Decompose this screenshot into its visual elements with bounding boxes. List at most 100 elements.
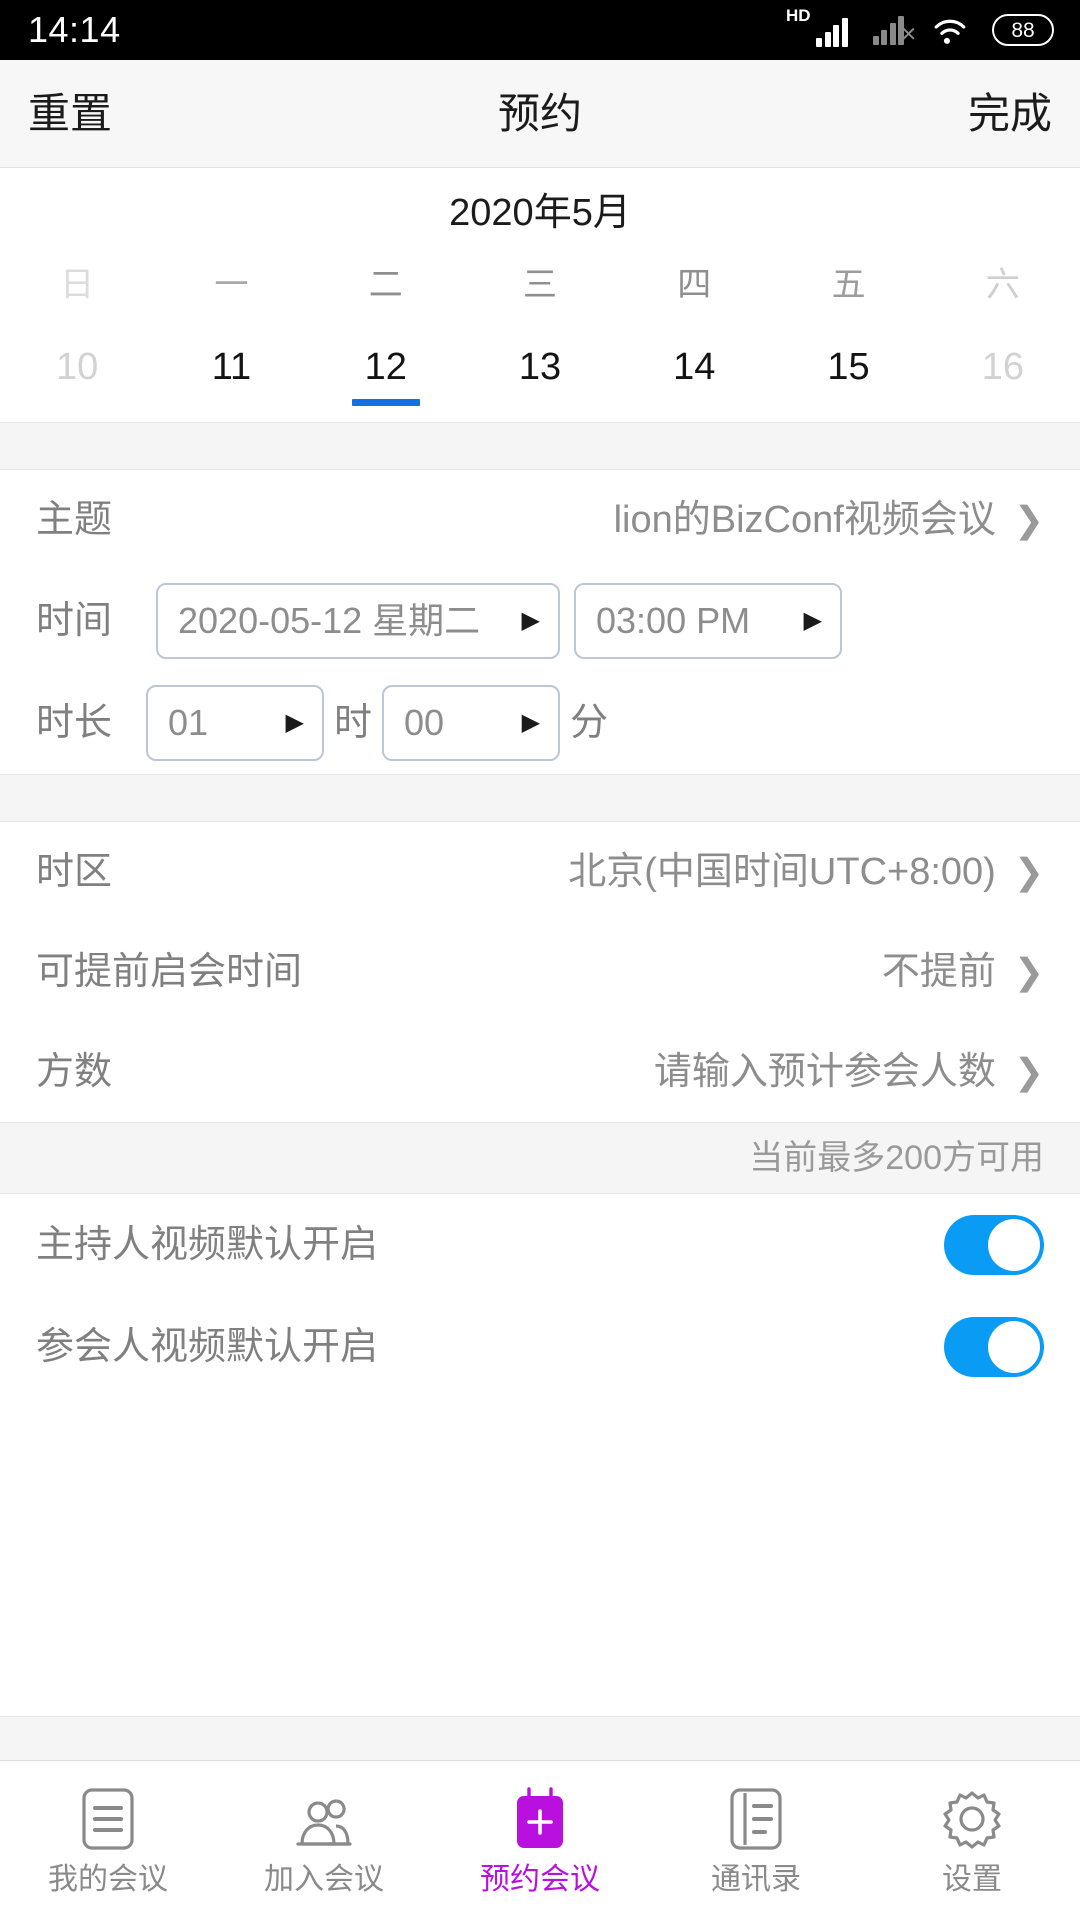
weekday-sat: 六	[985, 266, 1020, 304]
phone-screen: 14:14 HD ✕ 88 重置 预约 完成 2020年5月 日 一 二 三 四…	[0, 0, 1080, 1920]
timezone-label: 时区	[36, 851, 113, 893]
battery-level: 88	[1011, 18, 1035, 42]
battery-icon: 88	[992, 14, 1054, 46]
attendee-video-toggle[interactable]	[944, 1317, 1044, 1377]
host-video-toggle[interactable]	[944, 1215, 1044, 1275]
host-video-label: 主持人视频默认开启	[36, 1224, 379, 1266]
tab-label: 设置	[942, 1862, 1002, 1896]
weekday-fri: 五	[831, 266, 866, 304]
triangle-right-icon: ▶	[521, 709, 541, 736]
attendee-video-row: 参会人视频默认开启	[0, 1296, 1080, 1398]
calendar-month-label: 2020年5月	[449, 192, 631, 234]
duration-minutes-unit: 分	[570, 702, 609, 744]
duration-hours-value: 01	[168, 702, 209, 743]
done-button[interactable]: 完成	[968, 92, 1052, 135]
duration-row: 时长 01 ▶ 时 00 ▶ 分	[0, 672, 1080, 774]
meeting-options-panel: 时区 北京(中国时间UTC+8:00) ❯ 可提前启会时间 不提前 ❯ 方数 请…	[0, 822, 1080, 1122]
page-title: 预约	[497, 89, 582, 137]
calendar-day-11[interactable]: 11	[154, 348, 308, 422]
host-video-row: 主持人视频默认开启	[0, 1194, 1080, 1296]
duration-minutes-value: 00	[404, 702, 445, 743]
timezone-value: 北京(中国时间UTC+8:00)	[568, 851, 996, 893]
list-document-icon	[80, 1787, 136, 1851]
tab-label: 加入会议	[264, 1862, 384, 1896]
time-select[interactable]: 03:00 PM ▶	[574, 583, 843, 659]
meeting-basic-panel: 主题 lion的BizConf视频会议 ❯ 时间 2020-05-12 星期二 …	[0, 470, 1080, 774]
chevron-right-icon: ❯	[1013, 851, 1044, 892]
calendar-day-number: 16	[981, 346, 1024, 388]
calendar-weekday-row: 日 一 二 三 四 五 六	[0, 268, 1080, 348]
calendar-day-number: 10	[56, 346, 99, 388]
tab-my-meetings[interactable]: 我的会议	[0, 1761, 216, 1920]
calendar-day-number: 14	[673, 346, 716, 388]
no-service-x-icon: ✕	[900, 24, 917, 46]
hd-label: HD	[786, 6, 811, 25]
status-bar: 14:14 HD ✕ 88	[0, 0, 1080, 60]
navigation-bar: 重置 预约 完成	[0, 60, 1080, 168]
section-separator-1	[0, 422, 1080, 470]
calendar-day-12-selected[interactable]: 12	[309, 348, 463, 422]
gear-icon	[940, 1787, 1004, 1851]
bottom-separator	[0, 1716, 1080, 1760]
time-select-value: 03:00 PM	[596, 600, 751, 641]
party-count-value: 请输入预计参会人数	[653, 1051, 996, 1093]
topic-label: 主题	[36, 499, 113, 541]
calendar-day-16[interactable]: 16	[926, 348, 1080, 422]
topic-row[interactable]: 主题 lion的BizConf视频会议 ❯	[0, 470, 1080, 570]
reset-button[interactable]: 重置	[28, 92, 112, 135]
calendar-day-row: 10 11 12 13 14 15 16	[0, 348, 1080, 422]
chevron-right-icon: ❯	[1013, 1051, 1044, 1092]
calendar-plus-icon	[509, 1786, 571, 1851]
time-label: 时间	[36, 600, 113, 642]
attendee-video-label: 参会人视频默认开启	[36, 1326, 379, 1368]
calendar-day-number: 13	[518, 346, 562, 388]
signal-bars-icon	[816, 17, 848, 47]
triangle-right-icon: ▶	[285, 709, 305, 736]
weekday-sun: 日	[60, 266, 95, 304]
weekday-tue: 二	[368, 266, 403, 304]
section-separator-2	[0, 774, 1080, 822]
early-start-label: 可提前启会时间	[36, 951, 303, 993]
party-count-label: 方数	[36, 1051, 113, 1093]
video-toggles-panel: 主持人视频默认开启 参会人视频默认开启	[0, 1194, 1080, 1398]
duration-label: 时长	[36, 702, 113, 744]
date-select-value: 2020-05-12 星期二	[178, 600, 481, 641]
weekday-mon: 一	[214, 266, 249, 304]
duration-hours-select[interactable]: 01 ▶	[146, 685, 325, 761]
wifi-icon	[934, 19, 966, 44]
tab-contacts[interactable]: 通讯录	[648, 1761, 864, 1920]
tab-label: 我的会议	[48, 1862, 168, 1896]
early-start-row[interactable]: 可提前启会时间 不提前 ❯	[0, 922, 1080, 1022]
duration-minutes-select[interactable]: 00 ▶	[382, 685, 561, 761]
status-clock: 14:14	[28, 9, 121, 50]
time-row: 时间 2020-05-12 星期二 ▶ 03:00 PM ▶	[0, 570, 1080, 672]
tab-label: 预约会议	[480, 1862, 600, 1896]
capacity-note-bar: 当前最多200方可用	[0, 1122, 1080, 1194]
calendar-strip: 2020年5月 日 一 二 三 四 五 六 10 11 12 13 14 15 …	[0, 168, 1080, 422]
signal-bars-no-service-icon: ✕	[872, 15, 917, 45]
tab-schedule-meeting[interactable]: 预约会议	[432, 1761, 648, 1920]
hd-signal-icon: HD	[786, 7, 848, 47]
bottom-tab-bar: 我的会议 加入会议 预约会议 通讯录 设置	[0, 1760, 1080, 1920]
duration-hours-unit: 时	[334, 702, 373, 744]
timezone-row[interactable]: 时区 北京(中国时间UTC+8:00) ❯	[0, 822, 1080, 922]
tab-settings[interactable]: 设置	[864, 1761, 1080, 1920]
calendar-selected-indicator	[351, 399, 420, 406]
early-start-value: 不提前	[881, 951, 996, 993]
calendar-day-number: 12	[364, 346, 407, 388]
party-count-row[interactable]: 方数 请输入预计参会人数 ❯	[0, 1022, 1080, 1122]
calendar-day-10[interactable]: 10	[0, 348, 154, 422]
people-group-icon	[288, 1787, 360, 1851]
calendar-day-13[interactable]: 13	[463, 348, 617, 422]
weekday-thu: 四	[677, 266, 712, 304]
capacity-note: 当前最多200方可用	[749, 1139, 1044, 1177]
date-select[interactable]: 2020-05-12 星期二 ▶	[156, 583, 561, 659]
triangle-right-icon: ▶	[521, 607, 541, 634]
tab-label: 通讯录	[711, 1862, 801, 1896]
chevron-right-icon: ❯	[1013, 951, 1044, 992]
calendar-day-14[interactable]: 14	[617, 348, 771, 422]
topic-value: lion的BizConf视频会议	[613, 499, 996, 541]
tab-join-meeting[interactable]: 加入会议	[216, 1761, 432, 1920]
status-icons: HD ✕ 88	[786, 7, 1054, 47]
calendar-day-15[interactable]: 15	[771, 348, 925, 422]
